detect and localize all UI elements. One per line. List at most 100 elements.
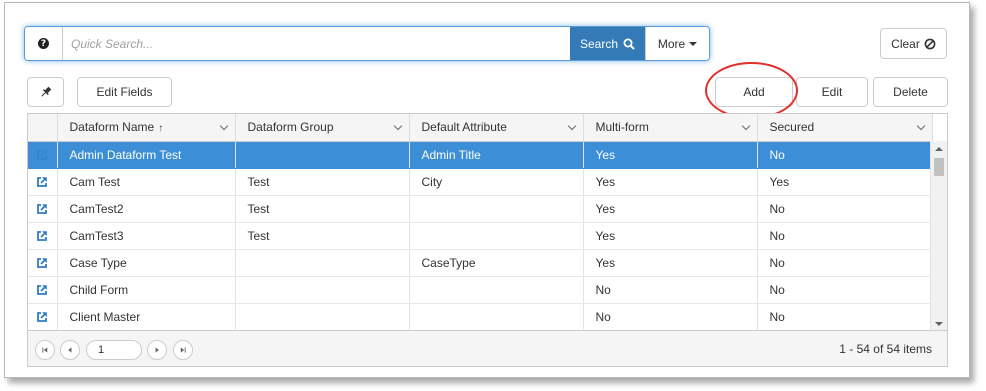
open-external-icon (37, 231, 48, 242)
last-page-button[interactable] (173, 340, 193, 360)
header-label: Multi-form (595, 120, 649, 135)
table-row[interactable]: Admin Dataform Test Admin Title Yes No (28, 141, 933, 169)
table-row[interactable]: Case Type CaseType Yes No (28, 249, 933, 277)
search-button[interactable]: Search (570, 27, 645, 60)
open-record-button[interactable] (28, 303, 58, 331)
scroll-up-icon[interactable] (935, 147, 943, 151)
cell-name: Admin Dataform Test (57, 141, 236, 169)
previous-page-button[interactable] (60, 340, 80, 360)
cell-secured: No (757, 276, 933, 304)
cell-attribute: Admin Title (409, 141, 584, 169)
cell-secured: No (757, 195, 933, 223)
header-multi-form[interactable]: Multi-form (583, 114, 758, 142)
cell-attribute (409, 303, 584, 331)
search-icon (623, 38, 635, 50)
table-row[interactable]: Client Master No No (28, 303, 933, 331)
cell-multi: Yes (583, 168, 758, 196)
first-page-button[interactable] (35, 340, 55, 360)
header-default-attribute[interactable]: Default Attribute (409, 114, 584, 142)
table-row[interactable]: CamTest3 Test Yes No (28, 222, 933, 250)
clear-button[interactable]: Clear (880, 28, 947, 59)
header-label: Secured (769, 120, 815, 135)
cell-group (235, 303, 410, 331)
header-label: Dataform Group (247, 120, 334, 135)
edit-fields-button[interactable]: Edit Fields (77, 77, 172, 107)
cell-attribute (409, 195, 584, 223)
delete-button[interactable]: Delete (873, 77, 948, 107)
open-record-button[interactable] (28, 195, 58, 223)
column-menu-chevron-icon[interactable] (567, 121, 576, 131)
open-external-icon (37, 258, 48, 269)
cell-secured: No (757, 222, 933, 250)
cell-name: Cam Test (57, 168, 236, 196)
open-record-button[interactable] (28, 276, 58, 304)
cell-attribute (409, 222, 584, 250)
edit-button[interactable]: Edit (796, 77, 868, 107)
scroll-thumb[interactable] (934, 158, 944, 176)
cell-group: Test (235, 168, 410, 196)
page-number-input[interactable] (86, 340, 142, 360)
question-icon: ? (38, 38, 49, 49)
cell-secured: No (757, 303, 933, 331)
cell-multi: No (583, 276, 758, 304)
header-secured[interactable]: Secured (757, 114, 933, 142)
dataform-grid: Dataform Name ↑ Dataform Group Default At… (27, 113, 948, 367)
scroll-down-icon[interactable] (935, 322, 943, 326)
open-record-button[interactable] (28, 222, 58, 250)
cell-attribute: CaseType (409, 249, 584, 277)
ban-icon (924, 38, 936, 49)
add-button[interactable]: Add (715, 77, 793, 107)
cell-name: Case Type (57, 249, 236, 277)
last-page-icon (180, 347, 186, 353)
header-icon-column (28, 114, 58, 142)
column-menu-chevron-icon[interactable] (393, 121, 402, 131)
column-menu-chevron-icon[interactable] (219, 121, 228, 131)
delete-button-label: Delete (893, 85, 928, 99)
first-page-icon (42, 347, 48, 353)
cell-name: CamTest3 (57, 222, 236, 250)
table-row[interactable]: Child Form No No (28, 276, 933, 304)
open-external-icon (37, 177, 48, 188)
quick-search-group: ? Search More (24, 26, 710, 61)
header-dataform-group[interactable]: Dataform Group (235, 114, 410, 142)
header-label: Default Attribute (421, 120, 507, 135)
cell-multi: Yes (583, 249, 758, 277)
cell-secured: Yes (757, 168, 933, 196)
table-row[interactable]: CamTest2 Test Yes No (28, 195, 933, 223)
open-record-button[interactable] (28, 141, 58, 169)
cell-group: Test (235, 195, 410, 223)
open-external-icon (37, 150, 48, 161)
next-page-icon (155, 347, 159, 353)
pager-info: 1 - 54 of 54 items (839, 342, 932, 356)
cell-secured: No (757, 249, 933, 277)
edit-button-label: Edit (821, 85, 843, 99)
pin-icon (40, 86, 51, 97)
more-button-label: More (657, 36, 686, 51)
column-menu-chevron-icon[interactable] (916, 121, 925, 131)
help-button[interactable]: ? (25, 27, 63, 60)
cell-group (235, 276, 410, 304)
add-button-label: Add (743, 85, 765, 99)
open-external-icon (37, 285, 48, 296)
table-row[interactable]: Cam Test Test City Yes Yes (28, 168, 933, 196)
open-record-button[interactable] (28, 249, 58, 277)
open-external-icon (37, 312, 48, 323)
search-input[interactable] (63, 27, 570, 60)
cell-multi: Yes (583, 141, 758, 169)
cell-attribute: City (409, 168, 584, 196)
column-menu-chevron-icon[interactable] (741, 121, 750, 131)
cell-name: CamTest2 (57, 195, 236, 223)
cell-multi: No (583, 303, 758, 331)
open-external-icon (37, 204, 48, 215)
vertical-scrollbar[interactable] (930, 141, 947, 332)
cell-name: Child Form (57, 276, 236, 304)
next-page-button[interactable] (147, 340, 167, 360)
header-row: Dataform Name ↑ Dataform Group Default At… (28, 114, 933, 142)
cell-name: Client Master (57, 303, 236, 331)
open-record-button[interactable] (28, 168, 58, 196)
more-dropdown-button[interactable]: More (645, 27, 709, 60)
cell-group: Test (235, 222, 410, 250)
header-dataform-name[interactable]: Dataform Name ↑ (57, 114, 236, 142)
caret-down-icon (689, 41, 698, 46)
pin-button[interactable] (27, 77, 64, 107)
